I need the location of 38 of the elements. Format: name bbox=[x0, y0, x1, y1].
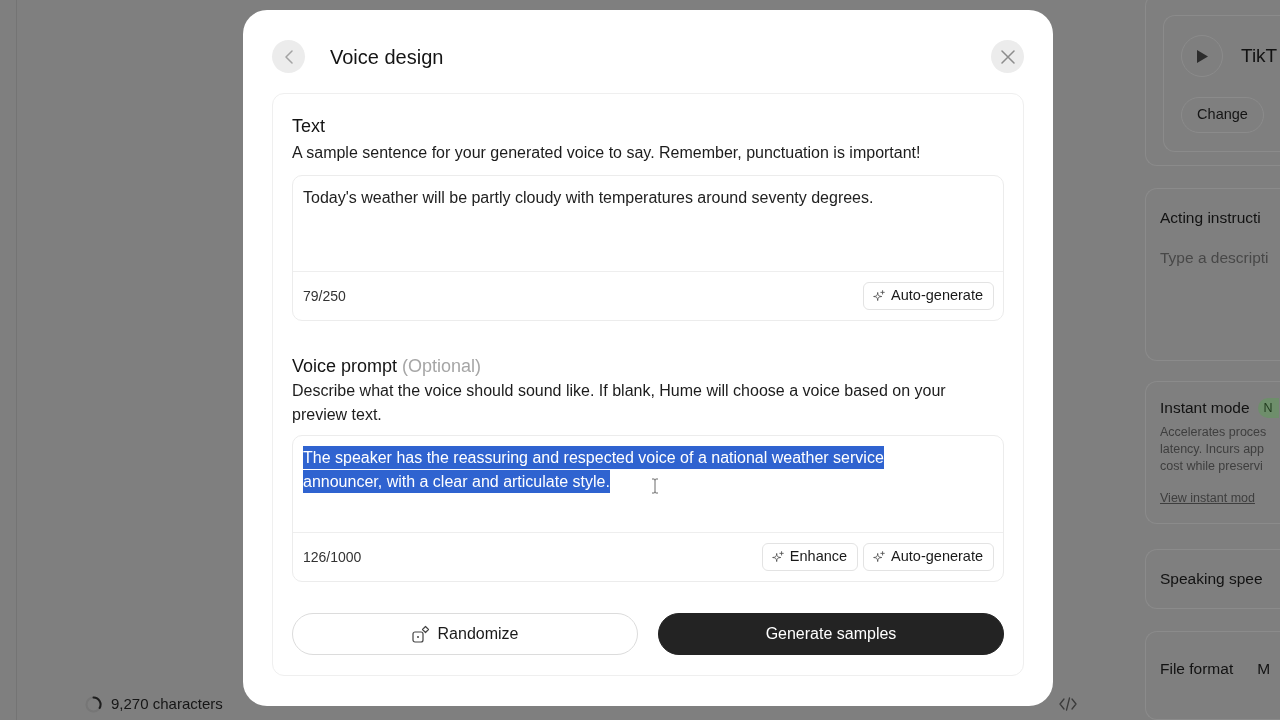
section-heading: Text bbox=[292, 115, 326, 137]
character-count: 126/1000 bbox=[303, 547, 362, 567]
sparkle-icon bbox=[872, 289, 886, 303]
close-icon bbox=[1000, 49, 1015, 64]
auto-generate-button[interactable]: Auto-generate bbox=[863, 543, 994, 571]
section-description: A sample sentence for your generated voice to say. Remember, punctuation is important! bbox=[292, 143, 922, 163]
section-heading: Voice prompt bbox=[292, 356, 398, 376]
spinner-icon bbox=[85, 695, 102, 713]
randomize-button[interactable]: Randomize bbox=[292, 613, 638, 655]
character-count: 79/250 bbox=[303, 286, 346, 306]
close-button[interactable] bbox=[991, 40, 1024, 73]
optional-note: (Optional) bbox=[402, 356, 482, 376]
description-line: Accelerates proces bbox=[1160, 424, 1268, 441]
usage-text: 9,270 characters bbox=[111, 693, 223, 714]
description-line: cost while preservi bbox=[1160, 458, 1264, 475]
dialog-title: Voice design bbox=[330, 44, 444, 70]
section-label: File format bbox=[1160, 658, 1234, 679]
section-label: Instant mode bbox=[1160, 398, 1250, 418]
sparkle-icon bbox=[770, 550, 784, 564]
auto-generate-button[interactable]: Auto-generate bbox=[863, 282, 994, 310]
text-cursor-icon bbox=[651, 478, 659, 494]
status-badge: N bbox=[1257, 398, 1279, 418]
chevron-left-icon bbox=[284, 49, 293, 64]
text-field[interactable]: Today's weather will be partly cloudy with temperatures around seventy degrees. bbox=[293, 176, 1003, 272]
section-label: Acting instructi bbox=[1160, 208, 1262, 228]
voice-name: TikT bbox=[1241, 43, 1278, 68]
enhance-button[interactable]: Enhance bbox=[761, 543, 859, 571]
section-label: Speaking spee bbox=[1160, 569, 1264, 590]
prompt-field[interactable]: The speaker has the reassuring and respected voice of a national weather service announcer, with a clear and articulate style. bbox=[293, 436, 1003, 533]
back-button[interactable] bbox=[272, 40, 305, 73]
section-description: Describe what the voice should sound like. If blank, Hume will choose a voice based on your preview text. bbox=[292, 381, 947, 425]
play-icon bbox=[1195, 48, 1209, 64]
description-line: latency. Incurs app bbox=[1160, 441, 1265, 458]
format-value: M bbox=[1257, 658, 1271, 679]
code-icon[interactable] bbox=[1059, 697, 1077, 711]
dice-icon bbox=[411, 625, 430, 643]
generate-samples-button[interactable]: Generate samples bbox=[658, 613, 1004, 655]
sparkle-icon bbox=[872, 550, 886, 564]
